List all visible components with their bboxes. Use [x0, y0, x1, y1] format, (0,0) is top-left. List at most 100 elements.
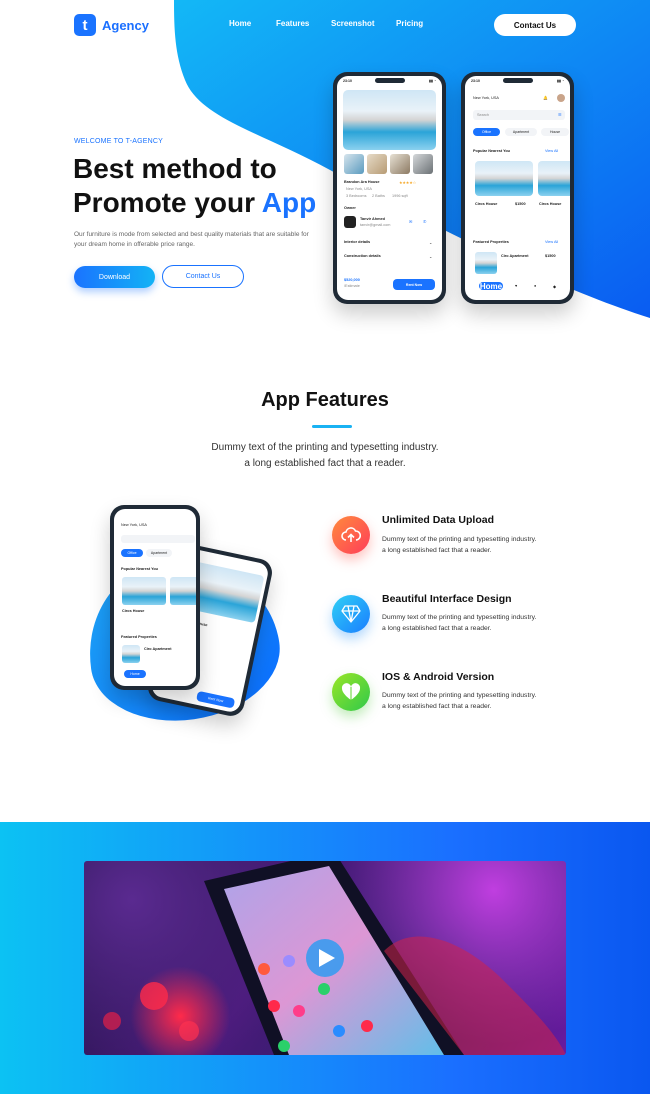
bokeh-light — [140, 982, 168, 1010]
card-name: Ciros House — [475, 202, 498, 206]
logo[interactable]: t Agency — [74, 14, 149, 36]
filter-icon[interactable]: ☰ — [558, 112, 561, 117]
featured-name: Ciro Apartment — [501, 254, 529, 258]
gallery-thumb[interactable] — [344, 154, 364, 174]
feature-card-image — [122, 577, 166, 605]
price: $520,000 — [344, 278, 360, 282]
status-time: 23:10 — [343, 79, 352, 83]
chat-nav-icon[interactable]: ● — [534, 284, 536, 288]
house-stat-area: 1996 sqft — [392, 194, 408, 198]
chevron-down-icon: ⌄ — [429, 255, 433, 259]
phone-icon[interactable]: ✆ — [423, 219, 426, 224]
feature-tab-apartment: Apartment — [146, 549, 172, 557]
download-button[interactable]: Download — [74, 266, 155, 288]
video-thumbnail[interactable] — [84, 861, 566, 1055]
feature-title-upload: Unlimited Data Upload — [382, 514, 495, 526]
popular-heading: Popular Nearest You — [473, 149, 510, 153]
feature-featured-image — [122, 645, 140, 663]
phone-mockup-detail: 23:10 ▮▮ ◔ Brandon Ara House ★★★★☆ New Yo… — [333, 72, 446, 304]
hero-title-line2-text: Promote your — [73, 187, 262, 218]
feature-nav-home: Home — [124, 670, 146, 678]
feature-title-interface: Beautiful Interface Design — [382, 593, 512, 605]
app-icon — [278, 1040, 290, 1052]
location-selector[interactable]: New York, USA — [473, 96, 499, 100]
feature-desc-platforms: Dummy text of the printing and typesetti… — [382, 691, 582, 712]
featured-heading: Featured Properties — [473, 240, 509, 244]
header-contact-button[interactable]: Contact Us — [494, 14, 576, 36]
feature-desc-upload-line2: a long established fact that a reader. — [382, 546, 492, 554]
nav-home[interactable]: Home — [229, 19, 251, 28]
status-icons: ▮▮ ◔ — [429, 79, 436, 83]
hero-contact-button[interactable]: Contact Us — [162, 265, 244, 288]
app-icon — [318, 983, 330, 995]
app-icon — [361, 1020, 373, 1032]
phone-screen-detail: 23:10 ▮▮ ◔ Brandon Ara House ★★★★☆ New Yo… — [337, 76, 442, 300]
featured-price: $1500 — [545, 254, 556, 258]
view-all-link[interactable]: View All — [545, 149, 558, 153]
owner-name: Tanvir Ahmed — [360, 217, 385, 221]
gallery-thumb[interactable] — [413, 154, 433, 174]
nav-features[interactable]: Features — [276, 19, 309, 28]
gallery-thumb[interactable] — [390, 154, 410, 174]
nav-pricing[interactable]: Pricing — [396, 19, 423, 28]
app-icon — [283, 955, 295, 967]
house-stat-baths: 2 Baths — [372, 194, 385, 198]
owner-avatar — [344, 216, 356, 228]
feature-popular: Popular Nearest You — [121, 567, 158, 571]
bell-icon[interactable]: 🔔 — [543, 95, 548, 100]
profile-nav-icon[interactable]: ◆ — [553, 284, 556, 289]
feature-rent-button: Rent Now — [196, 690, 236, 709]
app-icon — [268, 1000, 280, 1012]
features-description-line2: a long established fact that a reader. — [244, 458, 406, 469]
rating-stars: ★★★★☆ — [399, 181, 417, 185]
featured-image[interactable] — [475, 252, 497, 274]
app-icon — [333, 1025, 345, 1037]
phone-screen-list: 23:10 ▮▮ ◔ New York, USA 🔔 Search ☰ Offic… — [465, 76, 570, 300]
feature-desc-platforms-line1: Dummy text of the printing and typesetti… — [382, 692, 537, 699]
card-name: Ciros House — [539, 202, 562, 206]
owner-email: tanvir@gmail.com — [360, 223, 391, 227]
bokeh-light — [179, 1021, 199, 1041]
hero-title-line1: Best method to — [73, 153, 277, 184]
heart-nav-icon[interactable]: ♥ — [515, 284, 517, 288]
property-card-image[interactable] — [538, 161, 570, 196]
feature-desc-interface-line2: a long established fact that a reader. — [382, 624, 492, 632]
hero-title: Best method to Promote your App — [73, 152, 333, 220]
heart-icon — [332, 673, 370, 711]
interior-details-row[interactable]: Interior details — [344, 240, 370, 244]
features-description-line1: Dummy text of the printing and typesetti… — [211, 442, 439, 453]
house-location: New York, USA — [346, 187, 372, 191]
hero-description: Our furniture is mode from selected and … — [74, 231, 309, 248]
rent-now-button[interactable]: Rent Now — [393, 279, 435, 290]
tab-house[interactable]: House — [541, 128, 569, 136]
construction-details-row[interactable]: Construction details — [344, 254, 381, 258]
cloud-upload-icon-svg — [341, 527, 361, 542]
view-all-link[interactable]: View All — [545, 240, 558, 244]
feature-card-image — [170, 577, 196, 605]
feature-tab-office: Office — [121, 549, 143, 557]
feature-card-name: Ciros House — [122, 609, 145, 613]
status-bar: 23:10 ▮▮ ◔ — [343, 79, 436, 83]
feature-desc-interface-line1: Dummy text of the printing and typesetti… — [382, 614, 537, 621]
feature-featured: Featured Properties — [121, 635, 157, 639]
bokeh-light — [103, 1012, 121, 1030]
feature-location: New York, USA — [121, 523, 147, 527]
price-sub: /Estimate — [344, 284, 360, 288]
status-time: 23:10 — [471, 79, 480, 83]
app-icon — [258, 963, 270, 975]
avatar[interactable] — [557, 94, 565, 102]
house-photo — [343, 90, 436, 150]
tab-apartment[interactable]: Apartment — [505, 128, 537, 136]
feature-title-platforms: IOS & Android Version — [382, 671, 495, 683]
feature-desc-platforms-line2: a long established fact that a reader. — [382, 702, 492, 710]
gallery-thumb[interactable] — [367, 154, 387, 174]
feature-search — [121, 535, 195, 543]
cloud-upload-icon — [332, 516, 370, 554]
nav-screenshot[interactable]: Screenshot — [331, 19, 375, 28]
chat-icon[interactable]: ✉ — [409, 219, 412, 224]
tab-office[interactable]: Office — [473, 128, 500, 136]
owner-label: Owner — [344, 206, 356, 210]
property-card-image[interactable] — [475, 161, 533, 196]
features-title: App Features — [261, 389, 389, 411]
nav-tab-home[interactable]: Home — [479, 282, 503, 291]
